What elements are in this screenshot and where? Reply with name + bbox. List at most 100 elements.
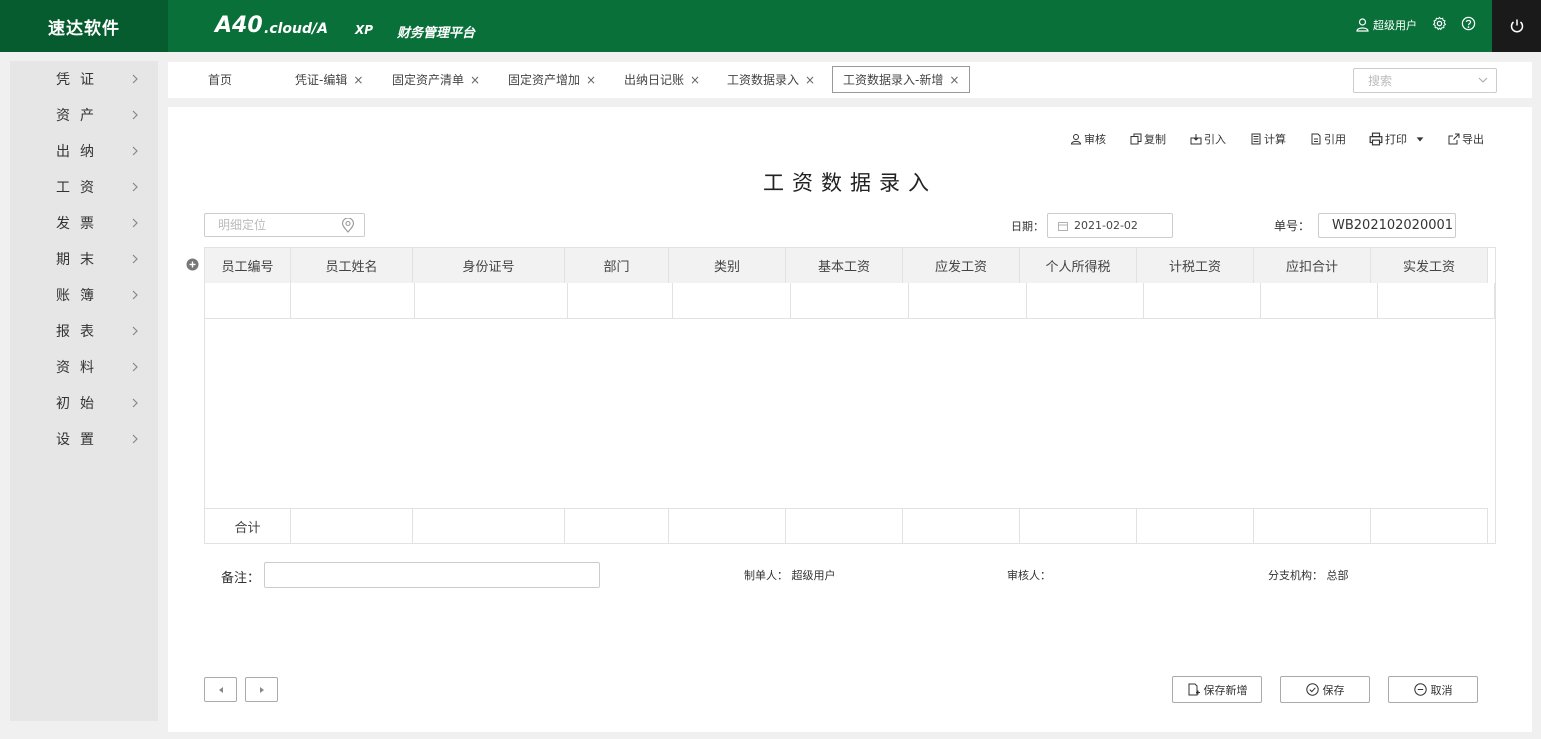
sidebar-item-payroll[interactable]: 工资 xyxy=(10,169,158,205)
save-button[interactable]: 保存 xyxy=(1280,676,1370,703)
grid-cell[interactable] xyxy=(205,283,291,318)
column-header[interactable]: 实发工资 xyxy=(1371,248,1488,283)
sidebar-item-label: 账簿 xyxy=(56,288,104,304)
branch-info: 分支机构： 总部 xyxy=(1268,567,1349,583)
search-select[interactable] xyxy=(1353,68,1497,93)
sidebar-item-settings[interactable]: 设置 xyxy=(10,421,158,457)
sidebar-item-ledger[interactable]: 账簿 xyxy=(10,277,158,313)
grid-cell[interactable] xyxy=(1144,283,1261,318)
sidebar-item-label: 工资 xyxy=(56,180,104,196)
sidebar-item-voucher[interactable]: 凭证 xyxy=(10,61,158,97)
printer-icon xyxy=(1369,132,1383,146)
remark-input[interactable] xyxy=(265,563,599,587)
column-header[interactable]: 员工姓名 xyxy=(291,248,413,283)
help-icon[interactable] xyxy=(1461,16,1477,32)
calc-button[interactable]: 计算 xyxy=(1250,131,1286,147)
column-header[interactable]: 基本工资 xyxy=(786,248,903,283)
document-no-field[interactable]: WB202102020001 xyxy=(1318,213,1456,238)
column-header[interactable]: 类别 xyxy=(669,248,786,283)
column-header[interactable]: 计税工资 xyxy=(1137,248,1254,283)
search-input[interactable] xyxy=(1368,73,1468,88)
close-icon[interactable]: × xyxy=(470,73,480,87)
tab-fixed-asset-list[interactable]: 固定资产清单 × xyxy=(392,66,480,93)
user-icon xyxy=(1356,18,1369,32)
logo-subtitle: 财务管理平台 xyxy=(397,26,476,41)
tab-voucher-edit[interactable]: 凭证-编辑 × xyxy=(295,66,363,93)
branch-value: 总部 xyxy=(1326,569,1349,582)
sidebar-item-label: 出纳 xyxy=(56,144,104,160)
column-header[interactable]: 个人所得税 xyxy=(1020,248,1137,283)
column-header[interactable]: 应发工资 xyxy=(903,248,1020,283)
grid-cell[interactable] xyxy=(1027,283,1144,318)
check-circle-icon xyxy=(1305,683,1319,696)
save-new-button[interactable]: 保存新增 xyxy=(1172,676,1262,703)
copy-button[interactable]: 复制 xyxy=(1130,131,1166,147)
maker-value: 超级用户 xyxy=(791,569,836,582)
chevron-right-icon xyxy=(132,290,138,300)
grid-cell[interactable] xyxy=(568,283,673,318)
sidebar-item-period-end[interactable]: 期末 xyxy=(10,241,158,277)
tab-label: 工资数据录入 xyxy=(727,73,800,87)
date-picker[interactable]: 2021-02-02 xyxy=(1047,213,1173,238)
column-header[interactable]: 部门 xyxy=(565,248,669,283)
reference-icon xyxy=(1311,133,1321,145)
sidebar-item-initial[interactable]: 初始 xyxy=(10,385,158,421)
cancel-button[interactable]: 取消 xyxy=(1388,676,1478,703)
audit-button[interactable]: 审核 xyxy=(1070,131,1106,147)
triangle-left-icon xyxy=(218,686,223,693)
grid-cell[interactable] xyxy=(1378,283,1495,318)
tab-fixed-asset-add[interactable]: 固定资产增加 × xyxy=(508,66,596,93)
grid-cell[interactable] xyxy=(415,283,568,318)
chevron-right-icon xyxy=(132,434,138,444)
grid-cell[interactable] xyxy=(791,283,909,318)
close-icon[interactable]: × xyxy=(353,73,363,87)
prev-record-button[interactable] xyxy=(204,677,237,702)
tab-cash-journal[interactable]: 出纳日记账 × xyxy=(624,66,700,93)
sidebar-item-assets[interactable]: 资产 xyxy=(10,97,158,133)
reference-button[interactable]: 引用 xyxy=(1310,131,1346,147)
close-icon[interactable]: × xyxy=(586,73,596,87)
add-row-icon[interactable] xyxy=(186,258,199,271)
location-pin-icon[interactable] xyxy=(341,218,355,233)
print-button[interactable]: 打印 xyxy=(1369,131,1425,147)
sidebar-item-data[interactable]: 资料 xyxy=(10,349,158,385)
tab-payroll-entry[interactable]: 工资数据录入 × xyxy=(727,66,815,93)
grid-cell[interactable] xyxy=(291,283,415,318)
tab-label: 固定资产清单 xyxy=(392,73,465,87)
save-label: 保存 xyxy=(1322,683,1345,697)
calc-label: 计算 xyxy=(1264,133,1286,146)
tab-home[interactable]: 首页 xyxy=(208,66,232,93)
detail-locate-field[interactable] xyxy=(204,213,365,237)
sidebar-item-reports[interactable]: 报表 xyxy=(10,313,158,349)
gear-icon[interactable] xyxy=(1432,16,1448,32)
logout-button[interactable] xyxy=(1492,0,1541,52)
auditor-info: 审核人： xyxy=(1007,567,1051,583)
column-header[interactable]: 应扣合计 xyxy=(1254,248,1371,283)
import-button[interactable]: 引入 xyxy=(1190,131,1226,147)
sidebar-item-invoice[interactable]: 发票 xyxy=(10,205,158,241)
sidebar-item-cashier[interactable]: 出纳 xyxy=(10,133,158,169)
column-header[interactable]: 员工编号 xyxy=(205,248,291,283)
close-icon[interactable]: × xyxy=(690,73,700,87)
main-panel: 审核 复制 引入 计算 引用 打印 导出 工资数据录入 日期： 2021-02-… xyxy=(168,107,1532,732)
column-header[interactable]: 身份证号 xyxy=(413,248,565,283)
grid-cell[interactable] xyxy=(909,283,1027,318)
grid-cell xyxy=(291,509,413,544)
sidebar: 凭证 资产 出纳 工资 发票 期末 账簿 报表 资料 初始 设置 xyxy=(10,61,158,721)
detail-locate-input[interactable] xyxy=(205,214,325,236)
export-button[interactable]: 导出 xyxy=(1448,131,1484,147)
tab-payroll-entry-new[interactable]: 工资数据录入-新增 × xyxy=(832,66,971,93)
grid-cell[interactable] xyxy=(673,283,791,318)
grid-cell[interactable] xyxy=(1261,283,1378,318)
close-icon[interactable]: × xyxy=(805,73,815,87)
triangle-right-icon xyxy=(259,686,264,693)
page-title: 工资数据录入 xyxy=(763,171,937,195)
close-icon[interactable]: × xyxy=(949,73,959,87)
sidebar-item-label: 发票 xyxy=(56,216,104,232)
sidebar-item-label: 初始 xyxy=(56,396,104,412)
user-menu[interactable]: 超级用户 xyxy=(1356,17,1417,33)
remark-field[interactable] xyxy=(264,562,600,588)
sidebar-item-label: 设置 xyxy=(56,432,104,448)
next-record-button[interactable] xyxy=(245,677,278,702)
app-header: 速达软件 A40 .cloud/A XP 财务管理平台 超级用户 xyxy=(0,0,1541,52)
